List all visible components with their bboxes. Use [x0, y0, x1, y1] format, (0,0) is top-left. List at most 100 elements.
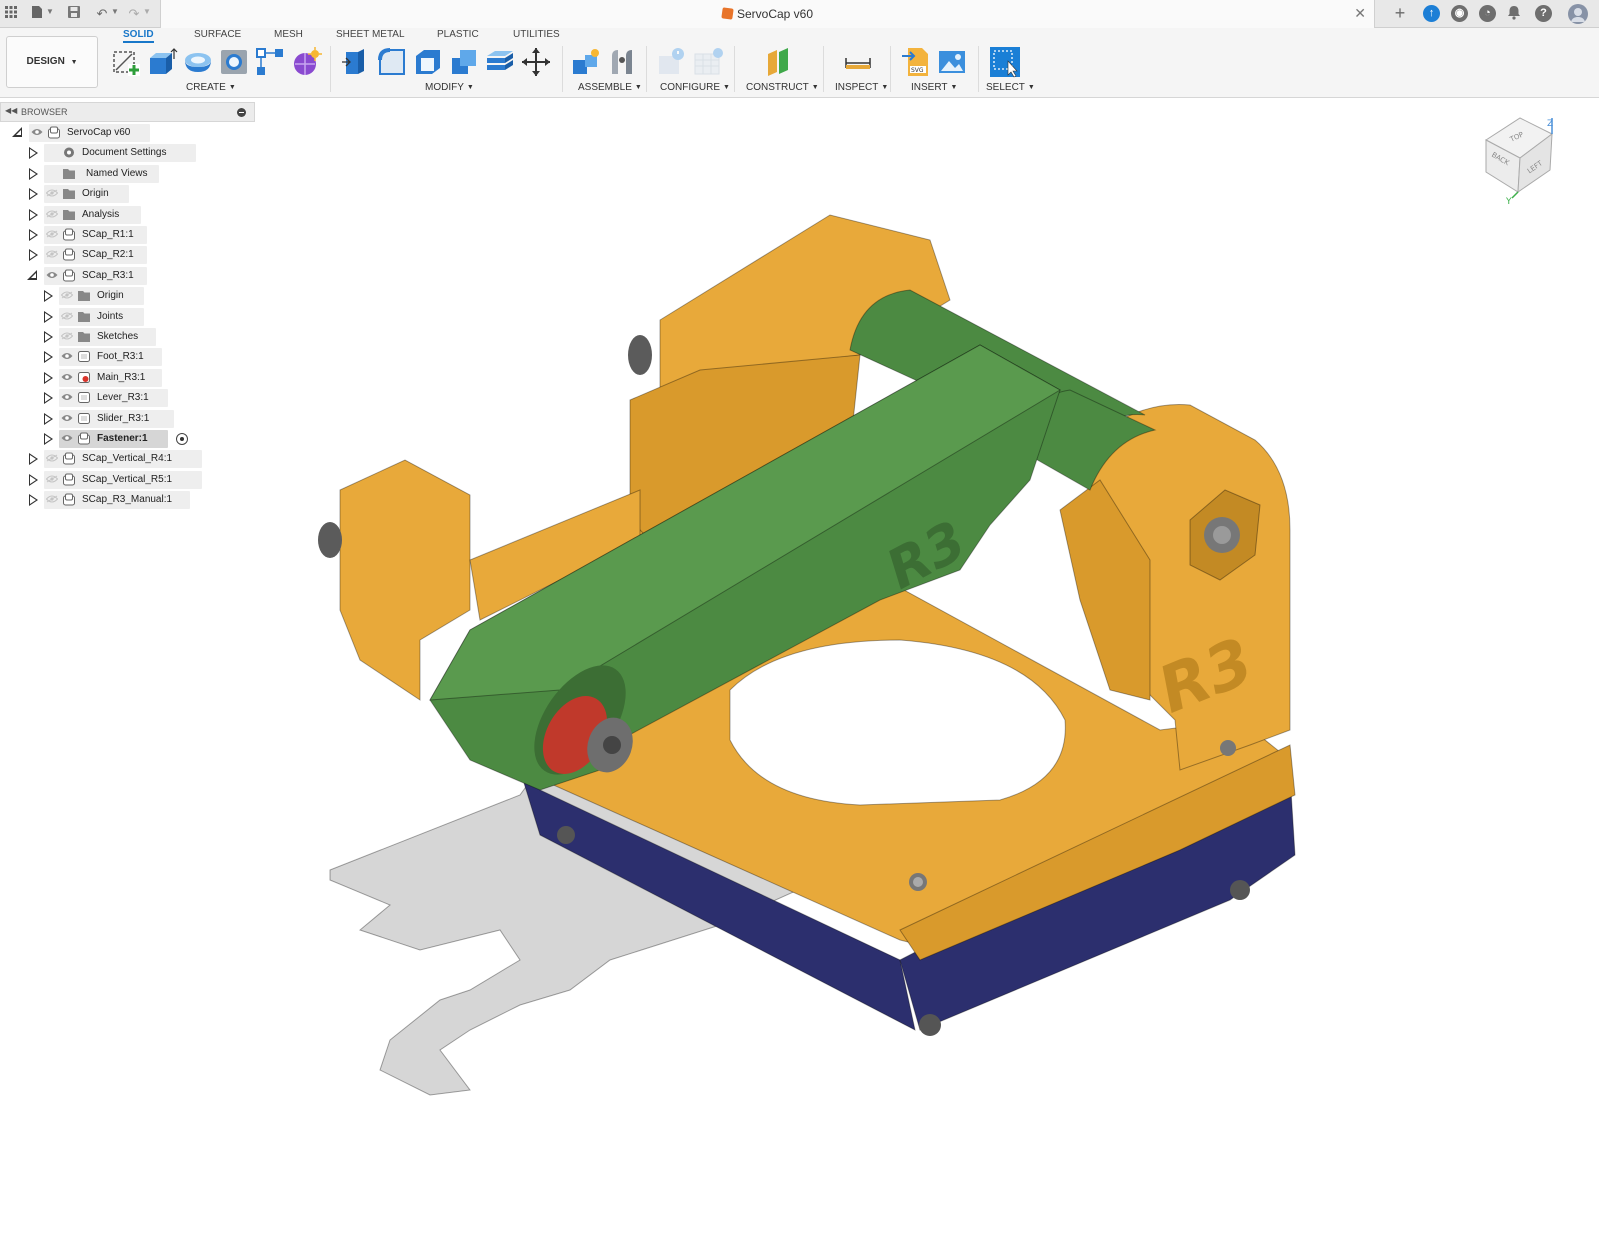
offset-plane-icon[interactable] [763, 46, 795, 78]
expand-triangle-icon[interactable] [29, 188, 38, 201]
construct-menu[interactable]: CONSTRUCT ▼ [746, 82, 819, 93]
file-menu-icon[interactable] [28, 5, 46, 23]
browser-tree-row[interactable]: Origin [0, 185, 255, 204]
expand-triangle-icon[interactable] [44, 331, 53, 343]
press-pull-icon[interactable] [340, 46, 372, 78]
create-form-icon[interactable] [290, 46, 322, 78]
tab-sheet-metal[interactable]: SHEET METAL [336, 29, 405, 43]
shell-icon[interactable] [412, 46, 444, 78]
browser-tree-row[interactable]: Lever_R3:1 [0, 389, 255, 408]
tab-plastic[interactable]: PLASTIC [437, 29, 479, 43]
browser-tree-row[interactable]: ServoCap v60 [0, 124, 255, 142]
activate-component-radio-icon[interactable] [176, 433, 188, 445]
visibility-eye-icon[interactable] [46, 495, 58, 503]
visibility-eye-icon[interactable] [46, 454, 58, 462]
visibility-eye-icon[interactable] [46, 250, 58, 258]
browser-tree-row[interactable]: Joints [0, 307, 255, 326]
visibility-eye-icon[interactable] [61, 434, 73, 442]
tab-surface[interactable]: SURFACE [194, 29, 241, 43]
visibility-eye-icon[interactable] [46, 271, 58, 279]
data-panel-icon[interactable]: ↑ [1423, 5, 1440, 22]
select-icon[interactable] [989, 46, 1021, 78]
select-menu[interactable]: SELECT ▼ [986, 82, 1035, 93]
expand-triangle-icon[interactable] [29, 473, 38, 486]
visibility-eye-icon[interactable] [46, 189, 58, 197]
redo-icon[interactable]: ↷ [125, 5, 143, 23]
expand-triangle-icon[interactable] [44, 290, 53, 303]
visibility-eye-icon[interactable] [61, 393, 73, 401]
model-canvas[interactable]: R3 R3 TOP BACK LEFT Z Y [255, 98, 1599, 1248]
tab-solid[interactable]: SOLID [123, 29, 154, 43]
expand-triangle-icon[interactable] [29, 208, 38, 221]
browser-tree-row[interactable]: Analysis [0, 205, 255, 224]
browser-tree-row[interactable]: SCap_R2:1 [0, 246, 255, 265]
move-copy-icon[interactable] [520, 46, 552, 78]
fillet-icon[interactable] [376, 46, 408, 78]
collapse-panel-icon[interactable]: ◀◀ [5, 106, 17, 115]
hole-icon[interactable] [218, 46, 250, 78]
collapse-triangle-icon[interactable] [12, 127, 22, 137]
undo-caret-icon[interactable]: ▼ [111, 7, 119, 16]
browser-tree-row[interactable]: Sketches [0, 328, 255, 346]
minimize-panel-icon[interactable] [237, 108, 246, 117]
workspace-switcher-button[interactable]: DESIGN ▼ [6, 36, 98, 88]
help-icon[interactable]: ? [1535, 5, 1552, 22]
measure-icon[interactable] [842, 46, 874, 78]
viewcube[interactable]: TOP BACK LEFT Z Y [1485, 117, 1553, 207]
visibility-eye-icon[interactable] [61, 414, 73, 422]
insert-svg-icon[interactable]: SVG [900, 46, 932, 78]
configure-menu[interactable]: CONFIGURE ▼ [660, 82, 730, 93]
new-tab-plus-icon[interactable]: + [1391, 4, 1409, 23]
browser-tree-row[interactable]: Foot_R3:1 [0, 348, 255, 367]
3d-viewport[interactable]: R3 R3 TOP BACK LEFT Z Y [255, 98, 1599, 1248]
expand-triangle-icon[interactable] [44, 412, 53, 425]
visibility-eye-icon[interactable] [46, 210, 58, 218]
expand-triangle-icon[interactable] [29, 249, 38, 262]
browser-tree-row[interactable]: Main_R3:1 [0, 368, 255, 387]
offset-face-icon[interactable] [484, 46, 516, 78]
create-sketch-icon[interactable] [110, 46, 142, 78]
joint-icon[interactable] [606, 46, 638, 78]
insert-menu[interactable]: INSERT ▼ [911, 82, 957, 93]
combine-icon[interactable] [448, 46, 480, 78]
assemble-menu[interactable]: ASSEMBLE ▼ [578, 82, 642, 93]
undo-icon[interactable]: ↶ [93, 5, 111, 23]
browser-tree-row[interactable]: SCap_R3_Manual:1 [0, 491, 255, 510]
expand-triangle-icon[interactable] [29, 453, 38, 466]
configure-table-icon[interactable] [656, 46, 688, 78]
browser-tree-row[interactable]: Slider_R3:1 [0, 409, 255, 428]
document-tab[interactable]: ServoCap v60 ✕ [160, 0, 1375, 28]
expand-triangle-icon[interactable] [29, 494, 38, 507]
expand-triangle-icon[interactable] [44, 351, 53, 364]
browser-tree-row[interactable]: SCap_Vertical_R5:1 [0, 470, 255, 489]
tab-mesh[interactable]: MESH [274, 29, 303, 43]
visibility-eye-icon[interactable] [61, 312, 73, 320]
extensions-icon[interactable]: ◉ [1451, 5, 1468, 22]
browser-tree-row[interactable]: Fastener:1 [0, 430, 255, 448]
modify-menu[interactable]: MODIFY ▼ [425, 82, 474, 93]
expand-triangle-icon[interactable] [44, 371, 53, 384]
new-component-icon[interactable] [570, 46, 602, 78]
app-grid-icon[interactable] [2, 5, 20, 23]
visibility-eye-icon[interactable] [46, 230, 58, 238]
browser-tree-row[interactable]: SCap_R3:1 [0, 266, 255, 285]
expand-triangle-icon[interactable] [44, 392, 53, 405]
browser-tree-row[interactable]: Named Views [0, 164, 255, 183]
expand-triangle-icon[interactable] [29, 167, 38, 180]
visibility-eye-icon[interactable] [61, 373, 73, 381]
save-icon[interactable] [65, 5, 83, 23]
browser-tree-row[interactable]: Document Settings [0, 144, 255, 163]
extrude-icon[interactable] [146, 46, 178, 78]
browser-tree-row[interactable]: Origin [0, 287, 255, 306]
visibility-eye-icon[interactable] [46, 475, 58, 483]
visibility-eye-icon[interactable] [61, 332, 73, 340]
collapse-triangle-icon[interactable] [27, 269, 37, 280]
close-tab-icon[interactable]: ✕ [1354, 5, 1366, 22]
browser-tree-row[interactable]: SCap_R1:1 [0, 226, 255, 244]
visibility-eye-icon[interactable] [61, 352, 73, 360]
visibility-eye-icon[interactable] [61, 291, 73, 299]
browser-tree-row[interactable]: SCap_Vertical_R4:1 [0, 450, 255, 469]
expand-triangle-icon[interactable] [29, 147, 38, 160]
redo-caret-icon[interactable]: ▼ [143, 7, 151, 16]
inspect-menu[interactable]: INSPECT ▼ [835, 82, 888, 93]
